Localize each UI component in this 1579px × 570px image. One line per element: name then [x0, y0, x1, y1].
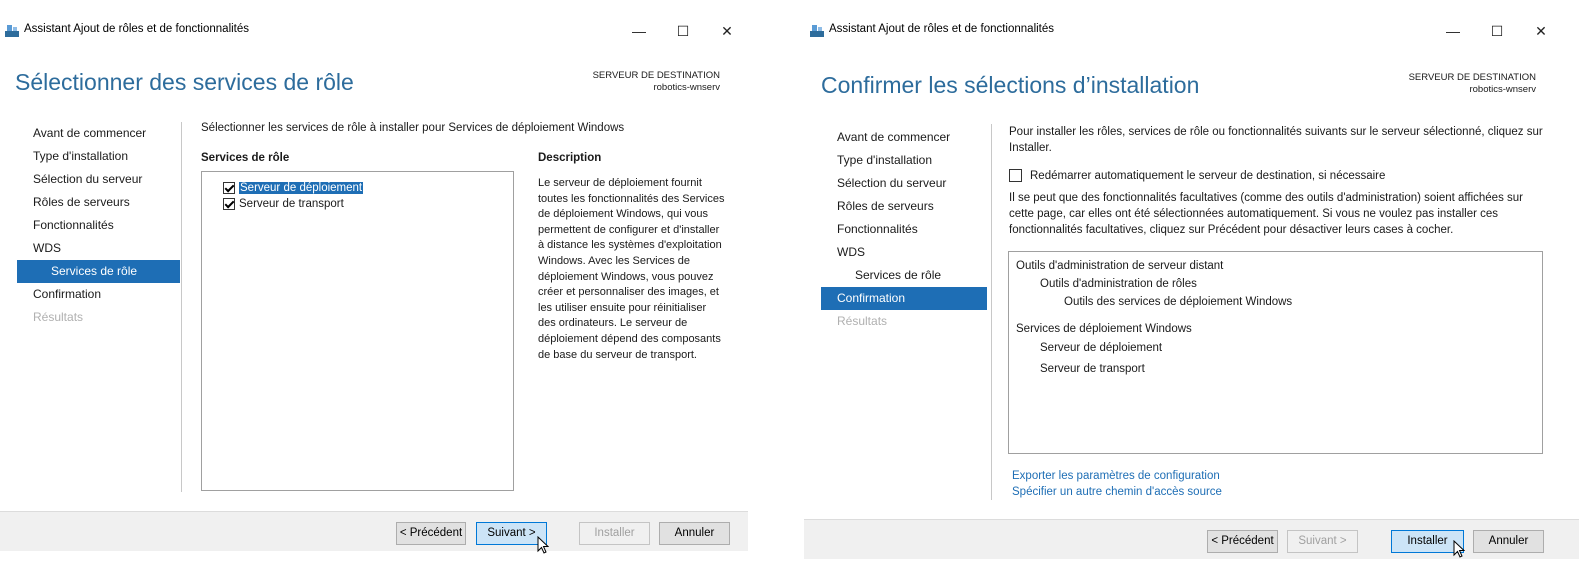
tree-item-wds-tools: Outils des services de déploiement Windo…	[1064, 296, 1293, 308]
nav-item-install-type[interactable]: Type d'installation	[821, 149, 987, 172]
server-manager-icon	[810, 25, 824, 37]
destination-label: SERVEUR DE DESTINATION	[592, 70, 720, 81]
close-button[interactable]: ✕	[712, 20, 742, 42]
list-item[interactable]: Serveur de déploiement	[223, 180, 513, 196]
description-text: Le serveur de déploiement fournit toutes…	[538, 177, 725, 361]
page-title: Confirmer les sélections d’installation	[821, 72, 1200, 98]
nav-divider	[991, 124, 992, 500]
restart-option[interactable]: Redémarrer automatiquement le serveur de…	[1009, 168, 1385, 184]
nav-item-results: Résultats	[33, 310, 84, 324]
nav-item-before-start[interactable]: Avant de commencer	[821, 126, 987, 149]
deployment-server-checkbox[interactable]	[223, 181, 235, 194]
nav-item-server-roles[interactable]: Rôles de serveurs	[821, 195, 987, 218]
mouse-cursor-icon	[537, 536, 549, 554]
nav-divider	[181, 122, 182, 492]
transport-server-checkbox[interactable]	[223, 197, 235, 210]
restart-checkbox[interactable]	[1009, 169, 1022, 183]
tree-item-transport-server: Serveur de transport	[1040, 363, 1145, 375]
minimize-button[interactable]: —	[1438, 20, 1468, 42]
previous-button[interactable]: < Précédent	[396, 522, 466, 545]
nav-item-role-services[interactable]: Services de rôle	[17, 260, 180, 283]
previous-button[interactable]: < Précédent	[1207, 530, 1278, 553]
install-button: Installer	[579, 522, 650, 545]
intro-text: Sélectionner les services de rôle à inst…	[201, 122, 625, 134]
nav-item-confirmation[interactable]: Confirmation	[821, 287, 987, 310]
wizard-window-right: Assistant Ajout de rôles et de fonctionn…	[804, 0, 1579, 570]
tree-item-wds: Services de déploiement Windows	[1016, 323, 1192, 335]
window-title: Assistant Ajout de rôles et de fonctionn…	[24, 23, 250, 35]
optional-features-note: Il se peut que des fonctionnalités facul…	[1009, 192, 1524, 236]
tree-item-deployment-server: Serveur de déploiement	[1040, 342, 1163, 354]
nav-item-install-type[interactable]: Type d'installation	[17, 145, 180, 168]
nav-item-wds[interactable]: WDS	[17, 237, 180, 260]
destination-server: SERVEUR DE DESTINATION robotics-wnserv	[560, 70, 720, 94]
wizard-nav: Avant de commencer Type d'installation S…	[821, 126, 987, 333]
next-button: Suivant >	[1287, 530, 1358, 553]
alternate-source-link[interactable]: Spécifier un autre chemin d'accès source	[1012, 486, 1222, 498]
nav-item-server-roles[interactable]: Rôles de serveurs	[17, 191, 180, 214]
list-item-label: Serveur de déploiement	[239, 182, 364, 194]
export-config-link[interactable]: Exporter les paramètres de configuration	[1012, 470, 1220, 482]
title-bar[interactable]: Assistant Ajout de rôles et de fonctionn…	[0, 18, 748, 44]
tree-item-rsat: Outils d'administration de serveur dista…	[1016, 260, 1224, 272]
nav-item-role-services[interactable]: Services de rôle	[821, 264, 987, 287]
nav-item-features[interactable]: Fonctionnalités	[17, 214, 180, 237]
services-header: Services de rôle	[201, 152, 290, 164]
nav-item-features[interactable]: Fonctionnalités	[821, 218, 987, 241]
nav-item-server-selection[interactable]: Sélection du serveur	[17, 168, 180, 191]
cancel-button[interactable]: Annuler	[659, 522, 730, 545]
description-header: Description	[538, 152, 602, 164]
nav-item-before-start[interactable]: Avant de commencer	[17, 122, 180, 145]
server-manager-icon	[5, 25, 19, 37]
destination-label: SERVEUR DE DESTINATION	[1408, 72, 1536, 83]
wizard-nav: Avant de commencer Type d'installation S…	[17, 122, 180, 329]
list-item-label: Serveur de transport	[239, 198, 344, 210]
destination-server-name: robotics-wnserv	[1469, 84, 1536, 95]
maximize-button[interactable]: ☐	[1482, 20, 1512, 42]
selections-tree[interactable]: Outils d'administration de serveur dista…	[1008, 251, 1543, 454]
window-title: Assistant Ajout de rôles et de fonctionn…	[829, 23, 1055, 35]
destination-server: SERVEUR DE DESTINATION robotics-wnserv	[1376, 72, 1536, 96]
nav-item-results: Résultats	[837, 314, 888, 328]
page-title: Sélectionner des services de rôle	[15, 69, 354, 95]
mouse-cursor-icon	[1453, 540, 1465, 558]
cancel-button[interactable]: Annuler	[1473, 530, 1544, 553]
tree-item-role-admin-tools: Outils d'administration de rôles	[1040, 278, 1197, 290]
nav-item-server-selection[interactable]: Sélection du serveur	[821, 172, 987, 195]
button-bar: < Précédent Suivant > Installer Annuler	[0, 511, 748, 551]
close-button[interactable]: ✕	[1526, 20, 1556, 42]
wizard-window-left: Assistant Ajout de rôles et de fonctionn…	[0, 0, 748, 570]
minimize-button[interactable]: —	[624, 20, 654, 42]
intro-text: Pour installer les rôles, services de rô…	[1009, 126, 1543, 154]
restart-label[interactable]: Redémarrer automatiquement le serveur de…	[1030, 170, 1385, 182]
title-bar[interactable]: Assistant Ajout de rôles et de fonctionn…	[804, 18, 1579, 44]
nav-item-confirmation[interactable]: Confirmation	[17, 283, 180, 306]
list-item[interactable]: Serveur de transport	[223, 196, 513, 212]
role-services-list[interactable]: Serveur de déploiement Serveur de transp…	[201, 171, 514, 491]
nav-item-wds[interactable]: WDS	[821, 241, 987, 264]
maximize-button[interactable]: ☐	[668, 20, 698, 42]
destination-server-name: robotics-wnserv	[653, 82, 720, 93]
